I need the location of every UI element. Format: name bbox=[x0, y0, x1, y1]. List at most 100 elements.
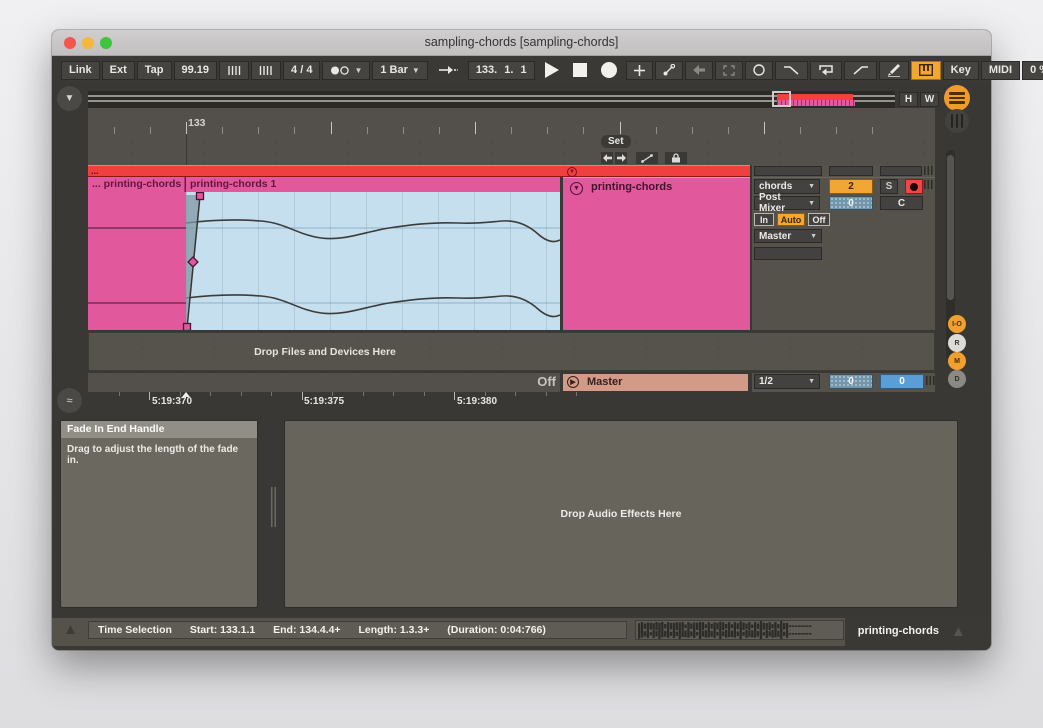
lock-envelopes-button[interactable] bbox=[665, 152, 687, 164]
track-resize-grip[interactable] bbox=[926, 376, 935, 385]
punch-out-button[interactable] bbox=[615, 152, 627, 164]
overview-view-selector[interactable] bbox=[772, 91, 791, 107]
key-map-button[interactable]: Key bbox=[943, 61, 979, 80]
beat-ruler-label: 133 bbox=[188, 117, 206, 129]
session-record-brackets-button[interactable] bbox=[715, 61, 743, 80]
clip-title-previous[interactable]: ... printing-chords 1 bbox=[88, 177, 185, 192]
arrangement-overview[interactable] bbox=[88, 91, 895, 108]
follow-button[interactable] bbox=[430, 61, 466, 80]
cue-out-chooser[interactable]: 1/2▼ bbox=[754, 374, 820, 389]
beat-time-ruler[interactable]: 133 bbox=[88, 108, 935, 165]
fade-tool-button[interactable] bbox=[636, 152, 658, 164]
fade-in-start-handle[interactable] bbox=[184, 324, 191, 331]
show-info-view-toggle[interactable]: ▲ bbox=[63, 621, 78, 639]
midi-map-button[interactable]: MIDI bbox=[981, 61, 1020, 80]
unfold-track-icon[interactable]: ▼ bbox=[570, 182, 583, 195]
session-view-selector[interactable] bbox=[945, 109, 969, 133]
clip-lane[interactable]: ... printing-chords 1 printing-chords 1 bbox=[88, 177, 560, 330]
unfold-track-icon[interactable]: ▼ bbox=[567, 167, 577, 177]
master-lane[interactable]: Off bbox=[88, 373, 560, 392]
nudge-bars-icon bbox=[227, 65, 241, 76]
red-track-solo-box[interactable] bbox=[880, 166, 922, 176]
arm-record-button[interactable] bbox=[905, 179, 923, 194]
show-io-toggle[interactable]: I-O bbox=[948, 315, 966, 333]
draw-mode-button[interactable] bbox=[879, 61, 909, 80]
pan-knob[interactable]: 0 bbox=[829, 196, 873, 210]
new-button[interactable] bbox=[626, 61, 653, 80]
nudge-up-button[interactable] bbox=[251, 61, 281, 80]
monitor-in-button[interactable]: In bbox=[754, 213, 774, 226]
nudge-down-button[interactable] bbox=[219, 61, 249, 80]
track-header[interactable]: ▼ printing-chords bbox=[563, 177, 750, 330]
computer-midi-keyboard-button[interactable] bbox=[911, 61, 941, 80]
time-ruler[interactable]: 5:19:370 5:19:375 5:19:380 bbox=[88, 392, 935, 409]
empty-chooser-box[interactable] bbox=[754, 247, 822, 260]
drop-files-zone[interactable]: Drop Files and Devices Here bbox=[88, 332, 935, 371]
track-row-red[interactable]: ... ▼ bbox=[88, 165, 935, 177]
show-returns-toggle[interactable]: R bbox=[948, 334, 966, 352]
output-chooser[interactable]: Master▼ bbox=[754, 229, 822, 243]
close-arrangement-overview-button[interactable]: ▼ bbox=[57, 86, 82, 111]
track-resize-grip[interactable] bbox=[924, 180, 933, 189]
crossfade-assign-button[interactable]: C bbox=[880, 196, 923, 210]
show-mixer-toggle[interactable]: M bbox=[948, 352, 966, 370]
stop-button[interactable] bbox=[573, 63, 587, 77]
lower-section: Fade In End Handle Drag to adjust the le… bbox=[52, 415, 991, 618]
chevron-down-icon: ▼ bbox=[810, 233, 817, 240]
track-name[interactable]: printing-chords bbox=[591, 181, 672, 193]
panel-resize-grip[interactable] bbox=[271, 487, 276, 527]
record-button[interactable] bbox=[601, 62, 617, 78]
play-button[interactable] bbox=[544, 62, 559, 78]
optimize-height-button[interactable]: H bbox=[899, 92, 918, 107]
clip-waveform-thumbnail[interactable] bbox=[635, 620, 844, 640]
device-drop-area[interactable]: Drop Audio Effects Here bbox=[284, 420, 958, 608]
show-delay-toggle[interactable]: D bbox=[948, 370, 966, 388]
sub-routing-chooser[interactable]: Post Mixer▼ bbox=[754, 196, 820, 210]
monitor-auto-button[interactable]: Auto bbox=[777, 213, 805, 226]
show-detail-view-toggle[interactable]: ▲ bbox=[951, 623, 966, 640]
monitor-off-button[interactable]: Off bbox=[808, 213, 830, 226]
red-track-level-box[interactable] bbox=[829, 166, 873, 176]
loop-switch-button[interactable] bbox=[745, 61, 773, 80]
master-pan-knob[interactable]: 0 bbox=[829, 374, 873, 389]
titlebar: sampling-chords [sampling-chords] bbox=[52, 30, 991, 56]
track-level-field[interactable]: 2 bbox=[829, 179, 873, 194]
tap-tempo-button[interactable]: Tap bbox=[137, 61, 172, 80]
scrollbar-thumb[interactable] bbox=[947, 155, 954, 300]
plus-icon bbox=[634, 65, 645, 76]
time-label: 5:19:370 bbox=[152, 396, 192, 407]
track-resize-grip[interactable] bbox=[924, 166, 933, 175]
groove-pool-button[interactable]: ≈ bbox=[57, 388, 82, 413]
record-dot-icon bbox=[910, 183, 918, 191]
punch-in-button[interactable] bbox=[601, 152, 613, 164]
master-volume-field[interactable]: 0 bbox=[880, 374, 924, 389]
time-signature-field[interactable]: 4 / 4 bbox=[283, 61, 320, 80]
ext-button[interactable]: Ext bbox=[102, 61, 135, 80]
set-loop-button[interactable]: Set bbox=[601, 135, 631, 148]
tempo-field[interactable]: 99.19 bbox=[174, 61, 218, 80]
groove-amount-chooser[interactable]: ▼ bbox=[322, 61, 370, 80]
link-button[interactable]: Link bbox=[61, 61, 100, 80]
red-track-routing-box[interactable] bbox=[754, 166, 822, 176]
red-clip[interactable]: ... ▼ bbox=[88, 165, 750, 177]
arrangement-view-selector[interactable] bbox=[944, 85, 970, 111]
arrangement-position-field[interactable]: 133. 1. 1 bbox=[468, 61, 535, 80]
master-track-row: Off ▶ Master 1/2▼ 0 0 bbox=[88, 373, 935, 392]
automation-mode-button[interactable] bbox=[655, 61, 683, 80]
re-enable-automation-button[interactable] bbox=[685, 61, 713, 80]
solo-button[interactable]: S bbox=[880, 179, 898, 194]
clip-title-current[interactable]: printing-chords 1 bbox=[186, 177, 560, 192]
fade-in-button[interactable] bbox=[844, 61, 877, 80]
optimize-width-button[interactable]: W bbox=[920, 92, 939, 107]
record-icon bbox=[601, 62, 617, 78]
quantization-chooser[interactable]: 1 Bar▼ bbox=[372, 61, 427, 80]
app-window: sampling-chords [sampling-chords] Link E… bbox=[52, 30, 991, 650]
loop-region-button[interactable] bbox=[810, 61, 842, 80]
selected-track-name: printing-chords bbox=[845, 625, 939, 637]
play-icon bbox=[544, 62, 559, 78]
fade-in-handle-group[interactable] bbox=[184, 193, 204, 331]
fade-in-end-handle[interactable] bbox=[197, 193, 204, 200]
master-track-header[interactable]: ▶ Master bbox=[563, 374, 748, 391]
fade-out-button[interactable] bbox=[775, 61, 808, 80]
pencil-icon bbox=[887, 64, 901, 77]
